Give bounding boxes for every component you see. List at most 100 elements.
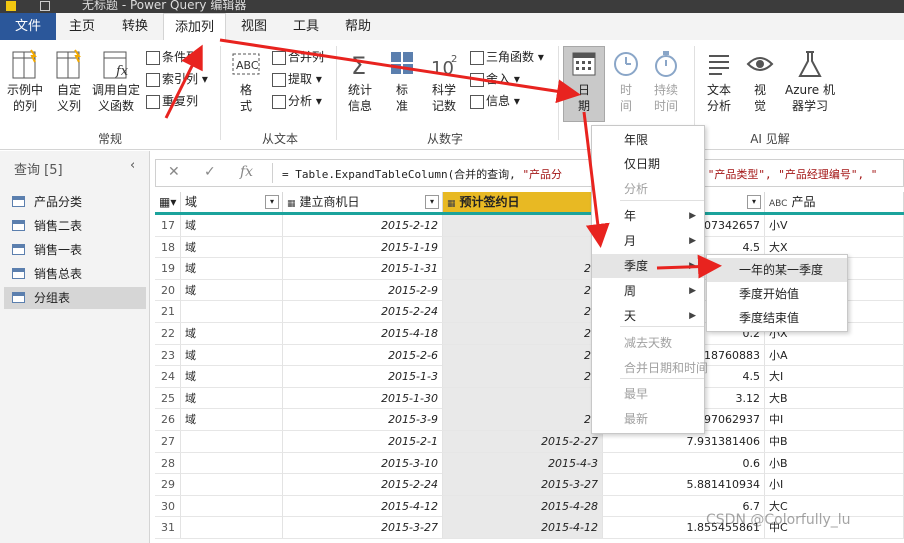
table-cell[interactable]: 2015-1-3: [283, 366, 443, 388]
table-menu-icon[interactable]: ▦▾: [155, 192, 181, 212]
table-cell[interactable]: 20: [443, 279, 603, 301]
format-button[interactable]: ABC 格 式: [226, 48, 266, 114]
table-cell[interactable]: 小I: [765, 474, 904, 496]
table-cell[interactable]: 域: [181, 258, 283, 280]
table-cell[interactable]: 2015-3-9: [283, 409, 443, 431]
table-cell[interactable]: 2015-3-27: [443, 474, 603, 496]
date-menu-item[interactable]: 天 ▶: [592, 304, 704, 328]
table-cell[interactable]: 20: [443, 323, 603, 344]
table-row[interactable]: 29 2015-2-24 2015-3-27 5.881410934 小I: [155, 474, 904, 496]
statistics-button[interactable]: Σ 统计 信息: [340, 48, 380, 114]
table-cell[interactable]: 20: [443, 366, 603, 388]
filter-dropdown-icon[interactable]: ▾: [747, 195, 761, 209]
table-cell[interactable]: 2015-2-24: [283, 474, 443, 496]
table-cell[interactable]: 域: [181, 323, 283, 344]
table-cell[interactable]: 20: [443, 409, 603, 431]
tab-transform[interactable]: 转换: [108, 13, 162, 40]
table-cell[interactable]: 域: [181, 409, 283, 431]
date-menu-item[interactable]: 季度 ▶: [592, 254, 704, 278]
query-item[interactable]: 销售一表: [4, 239, 146, 261]
table-cell[interactable]: 2015-3-27: [283, 517, 443, 539]
table-cell[interactable]: 中B: [765, 431, 904, 452]
formula-input[interactable]: = Table.ExpandTableColumn(合并的查询, "产品分 l"…: [282, 166, 877, 182]
table-row[interactable]: 24域2015-1-3204.5大I: [155, 366, 904, 388]
table-cell[interactable]: 域: [181, 344, 283, 366]
table-cell[interactable]: 2015-1-30: [283, 387, 443, 409]
index-column-button[interactable]: 索引列 ▾: [146, 70, 208, 88]
filter-dropdown-icon[interactable]: ▾: [425, 195, 439, 209]
tab-file[interactable]: 文件: [0, 13, 56, 40]
menu-item-start-of-quarter[interactable]: 季度开始值: [707, 282, 847, 306]
column-from-examples-button[interactable]: 示例中 的列: [4, 48, 46, 114]
table-cell[interactable]: 2015-4-3: [443, 452, 603, 474]
table-cell[interactable]: [181, 431, 283, 452]
cancel-formula-icon[interactable]: ✕: [168, 164, 180, 180]
table-cell[interactable]: 域: [181, 387, 283, 409]
table-cell[interactable]: 域: [181, 236, 283, 258]
table-row[interactable]: 27 2015-2-1 2015-2-27 7.931381406 中B: [155, 431, 904, 453]
save-icon[interactable]: [40, 1, 50, 11]
time-button[interactable]: 时 间: [608, 48, 644, 114]
column-header-selected[interactable]: ▦ 预计签约日: [443, 192, 603, 212]
table-cell[interactable]: 7.931381406: [603, 431, 765, 452]
table-cell[interactable]: 2015-2-1: [283, 431, 443, 452]
table-cell[interactable]: 域: [181, 279, 283, 301]
azure-ml-button[interactable]: Azure 机 器学习: [782, 48, 838, 114]
table-cell[interactable]: 20: [443, 258, 603, 280]
standard-button[interactable]: 标 准: [384, 48, 420, 114]
column-header[interactable]: ▦ 建立商机日 ▾: [283, 192, 443, 212]
tab-tools[interactable]: 工具: [280, 13, 332, 40]
vision-button[interactable]: 视 觉: [742, 48, 778, 114]
date-button[interactable]: 日 期: [563, 48, 605, 114]
query-item-selected[interactable]: 分组表: [4, 287, 146, 309]
table-cell[interactable]: 2: [443, 236, 603, 258]
table-cell[interactable]: [181, 517, 283, 539]
conditional-column-button[interactable]: 条件列: [146, 48, 198, 66]
table-cell[interactable]: 5.881410934: [603, 474, 765, 496]
menu-item-quarter-of-year[interactable]: 一年的某一季度: [707, 258, 847, 282]
table-row[interactable]: 26域2015-3-920797062937中I: [155, 409, 904, 431]
table-cell[interactable]: 中I: [765, 409, 904, 431]
table-cell[interactable]: 小V: [765, 215, 904, 236]
table-cell[interactable]: 大B: [765, 387, 904, 409]
tab-view[interactable]: 视图: [228, 13, 280, 40]
text-analytics-button[interactable]: 文本 分析: [700, 48, 738, 114]
table-row[interactable]: 23域2015-2-620618760883小A: [155, 344, 904, 367]
table-cell[interactable]: 大I: [765, 366, 904, 388]
table-cell[interactable]: 2: [443, 215, 603, 236]
table-cell[interactable]: [181, 301, 283, 323]
table-cell[interactable]: 2015-1-19: [283, 236, 443, 258]
tab-home[interactable]: 主页: [56, 13, 108, 40]
column-header[interactable]: ABC 产品: [765, 192, 904, 212]
table-row[interactable]: 28 2015-3-10 2015-4-3 0.6 小B: [155, 452, 904, 475]
column-header[interactable]: 域 ▾: [181, 192, 283, 212]
table-cell[interactable]: 小B: [765, 452, 904, 474]
table-cell[interactable]: 2015-1-31: [283, 258, 443, 280]
table-cell[interactable]: 2015-2-9: [283, 279, 443, 301]
table-cell[interactable]: 小A: [765, 344, 904, 366]
commit-formula-icon[interactable]: ✓: [204, 164, 216, 180]
query-item[interactable]: 销售二表: [4, 215, 146, 237]
table-cell[interactable]: 2015-4-18: [283, 323, 443, 344]
rounding-button[interactable]: 舍入 ▾: [470, 70, 520, 88]
table-cell[interactable]: [181, 474, 283, 496]
collapse-pane-icon[interactable]: ‹: [130, 158, 135, 173]
date-menu-item[interactable]: 周 ▶: [592, 279, 704, 303]
table-cell[interactable]: 2015-2-12: [283, 215, 443, 236]
table-row[interactable]: 17域2015-2-122007342657小V: [155, 215, 904, 237]
date-menu-item[interactable]: 年限: [592, 128, 704, 152]
merge-columns-button[interactable]: 合并列: [272, 48, 324, 66]
table-cell[interactable]: [181, 452, 283, 474]
extract-button[interactable]: 提取 ▾: [272, 70, 322, 88]
tab-help[interactable]: 帮助: [332, 13, 384, 40]
duplicate-column-button[interactable]: 重复列: [146, 92, 198, 110]
duration-button[interactable]: 持续 时间: [646, 48, 686, 114]
table-cell[interactable]: 2015-2-24: [283, 301, 443, 323]
fx-icon[interactable]: fx: [240, 164, 253, 180]
table-cell[interactable]: 2015-2-6: [283, 344, 443, 366]
table-row[interactable]: 25域2015-1-3023.12大B: [155, 387, 904, 410]
table-cell[interactable]: 2: [443, 387, 603, 409]
trigonometry-button[interactable]: 三角函数 ▾: [470, 48, 544, 66]
table-cell[interactable]: 2015-3-10: [283, 452, 443, 474]
table-cell[interactable]: 20: [443, 344, 603, 366]
